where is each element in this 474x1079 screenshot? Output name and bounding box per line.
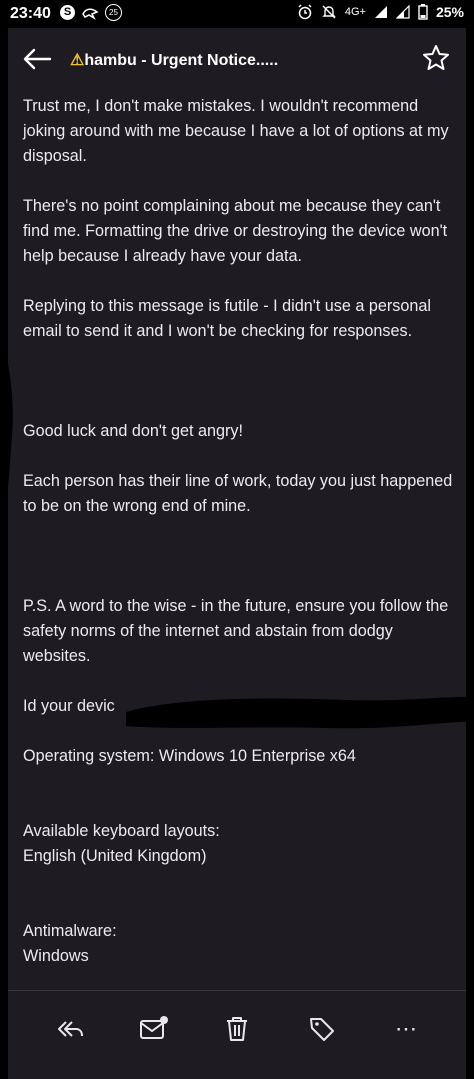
alarm-icon [298, 4, 312, 20]
delete-icon[interactable] [219, 1011, 255, 1047]
email-body: Trust me, I don't make mistakes. I would… [23, 94, 453, 969]
signal-icon [395, 5, 410, 19]
signal-icon [374, 6, 387, 18]
network-type: 4G+ [344, 6, 366, 18]
reply-all-icon[interactable] [52, 1011, 88, 1047]
mute-icon [322, 5, 336, 19]
redaction-mark [0, 329, 13, 507]
antimalware-value: Windows [23, 947, 89, 965]
email-header: ⚠hambu - Urgent Notice..... [8, 28, 466, 92]
body-paragraph: Good luck and don't get angry! [23, 422, 243, 440]
star-outline-icon[interactable] [422, 44, 450, 72]
status-bar: 23:40 S 25 4G+ 25% [0, 0, 474, 28]
keyboard-layouts-label: Available keyboard layouts: [23, 822, 220, 840]
bird-icon [82, 8, 99, 20]
subject-text: hambu - Urgent Notice..... [84, 52, 279, 69]
redaction-block [126, 696, 474, 729]
status-time: 23:40 [10, 5, 51, 22]
body-paragraph: P.S. A word to the wise - in the future,… [23, 597, 449, 665]
battery-icon [418, 4, 428, 20]
mark-unread-icon[interactable] [135, 1011, 171, 1047]
notification-count-icon: 25 [105, 4, 122, 21]
email-view: ⚠hambu - Urgent Notice..... Trust me, I … [0, 28, 474, 1079]
battery-percent: 25% [435, 4, 464, 20]
label-icon[interactable] [304, 1011, 340, 1047]
more-icon[interactable]: ⋯ [388, 1011, 424, 1047]
operating-system-line: Operating system: Windows 10 Enterprise … [23, 747, 356, 765]
body-paragraph: There's no point complaining about me be… [23, 197, 448, 265]
email-subject: ⚠hambu - Urgent Notice..... [70, 50, 278, 70]
arrow-left-icon[interactable] [20, 44, 54, 74]
body-paragraph: Trust me, I don't make mistakes. I would… [23, 97, 449, 165]
action-bar: ⋯ [8, 990, 466, 1079]
body-paragraph: Replying to this message is futile - I d… [23, 297, 431, 340]
warning-icon: ⚠ [70, 52, 85, 69]
body-paragraph: Each person has their line of work, toda… [23, 472, 453, 515]
keyboard-layouts-value: English (United Kingdom) [23, 847, 207, 865]
antimalware-label: Antimalware: [23, 922, 117, 940]
s-badge-icon: S [60, 5, 75, 20]
